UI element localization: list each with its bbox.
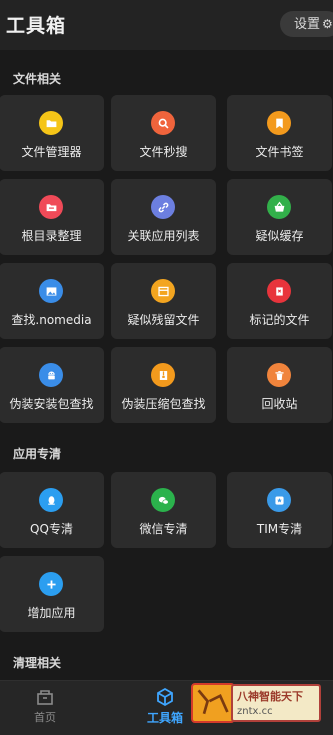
bookmark-icon: [267, 111, 291, 135]
settings-label: 设置: [294, 17, 321, 32]
trash-icon: [267, 363, 291, 387]
wechat-icon: [151, 488, 175, 512]
watermark-url: zntx.cc: [237, 706, 273, 717]
tool-label: 疑似残留文件: [127, 313, 200, 327]
folder-icon: [39, 195, 63, 219]
tool-label: 文件书签: [255, 145, 304, 159]
tool-file-manager[interactable]: 文件管理器: [0, 95, 104, 171]
tool-label: TIM专清: [256, 522, 303, 536]
settings-button[interactable]: 设置 ⚙: [280, 11, 333, 37]
image-icon: [39, 279, 63, 303]
tool-label: 标记的文件: [249, 313, 310, 327]
basket-icon: [267, 195, 291, 219]
header: 工具箱 设置 ⚙: [0, 0, 333, 50]
page-title: 工具箱: [6, 15, 67, 37]
tool-file-search[interactable]: 文件秒搜: [111, 95, 216, 171]
section-title-files: 文件相关: [13, 72, 62, 86]
watermark-logo: [191, 683, 235, 723]
tool-label: 文件秒搜: [139, 145, 188, 159]
tool-label: 增加应用: [27, 606, 76, 620]
watermark-title: 八神智能天下: [237, 690, 303, 703]
tool-tim-clean[interactable]: TIM专清: [227, 472, 332, 548]
tool-label: 微信专清: [139, 522, 188, 536]
watermark: 八神智能天下 zntx.cc: [191, 683, 321, 723]
nav-toolbox[interactable]: 工具箱: [135, 687, 195, 726]
tool-linked-apps[interactable]: 关联应用列表: [111, 179, 216, 255]
watermark-box: 八神智能天下 zntx.cc: [231, 684, 321, 722]
qq-icon: [39, 488, 63, 512]
tool-label: 查找.nomedia: [11, 313, 92, 327]
tool-label: 根目录整理: [21, 229, 82, 243]
tool-fake-archive[interactable]: 伪装压缩包查找: [111, 347, 216, 423]
nav-toolbox-label: 工具箱: [146, 711, 183, 725]
nav-home[interactable]: 首页: [15, 687, 75, 725]
cube-icon: [157, 687, 173, 707]
tool-qq-clean[interactable]: QQ专清: [0, 472, 104, 548]
tool-label: 伪装压缩包查找: [121, 397, 206, 411]
tool-marked-files[interactable]: 标记的文件: [227, 263, 332, 339]
tool-label: 回收站: [261, 397, 298, 411]
section-title-cleanup: 清理相关: [13, 656, 62, 670]
tool-residual-files[interactable]: 疑似残留文件: [111, 263, 216, 339]
home-icon: [37, 690, 53, 705]
calendar-icon: [151, 279, 175, 303]
content[interactable]: 文件相关 文件管理器 文件秒搜 文件书签 根目录整理 关联应用列表 疑似缓存 查…: [0, 50, 333, 680]
tool-find-nomedia[interactable]: 查找.nomedia: [0, 263, 104, 339]
archive-icon: [151, 363, 175, 387]
link-icon: [151, 195, 175, 219]
tool-recycle-bin[interactable]: 回收站: [227, 347, 332, 423]
tool-fake-apk[interactable]: 伪装安装包查找: [0, 347, 104, 423]
plus-icon: [39, 572, 63, 596]
nav-home-label: 首页: [34, 711, 56, 724]
tool-label: 文件管理器: [21, 145, 82, 159]
tool-label: QQ专清: [30, 522, 73, 536]
folder-icon: [39, 111, 63, 135]
tool-add-app[interactable]: 增加应用: [0, 556, 104, 632]
gear-icon: ⚙: [322, 17, 333, 31]
section-title-apps: 应用专清: [13, 447, 62, 461]
tool-wechat-clean[interactable]: 微信专清: [111, 472, 216, 548]
android-icon: [39, 363, 63, 387]
tool-file-bookmark[interactable]: 文件书签: [227, 95, 332, 171]
search-icon: [151, 111, 175, 135]
tool-label: 关联应用列表: [127, 229, 200, 243]
tag-icon: [267, 279, 291, 303]
tool-suspected-cache[interactable]: 疑似缓存: [227, 179, 332, 255]
tim-icon: [267, 488, 291, 512]
tool-root-organize[interactable]: 根目录整理: [0, 179, 104, 255]
tool-label: 伪装安装包查找: [9, 397, 94, 411]
tool-label: 疑似缓存: [255, 229, 304, 243]
